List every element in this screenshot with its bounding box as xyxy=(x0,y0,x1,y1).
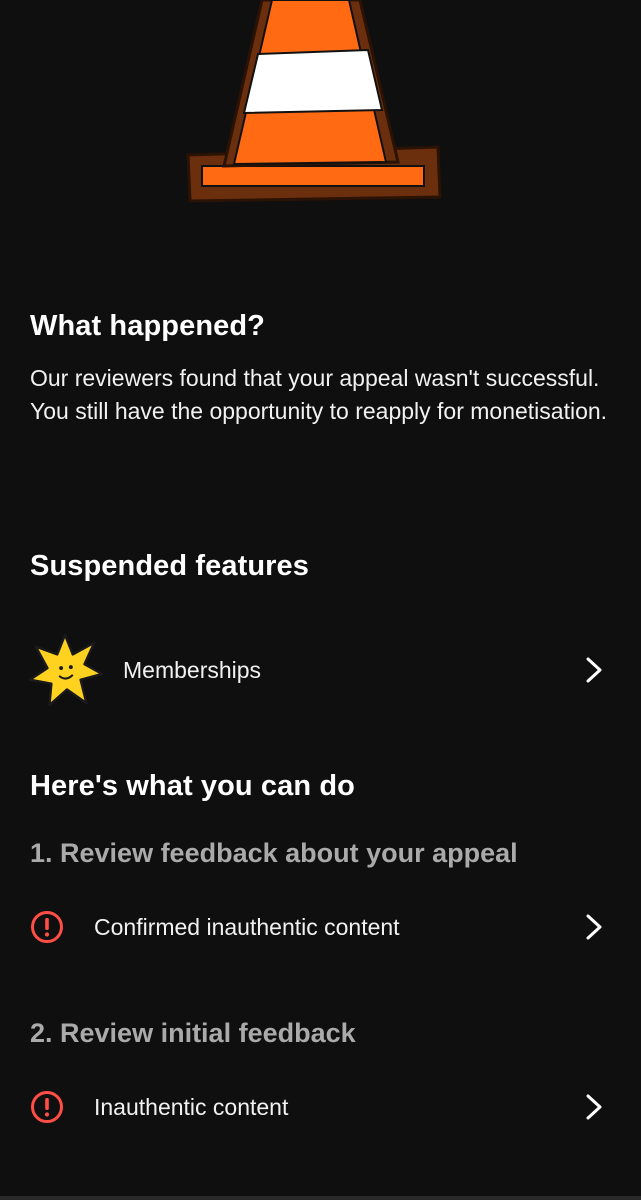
what-you-can-do-heading: Here's what you can do xyxy=(30,770,355,802)
feedback-row-confirmed-inauthentic[interactable]: Confirmed inauthentic content xyxy=(0,900,641,954)
what-happened-heading: What happened? xyxy=(30,310,265,342)
chevron-right-icon[interactable] xyxy=(583,914,605,940)
traffic-cone-illustration xyxy=(184,0,444,206)
chevron-right-icon[interactable] xyxy=(583,657,605,683)
feedback-label-confirmed-inauthentic: Confirmed inauthentic content xyxy=(94,913,400,940)
alert-icon xyxy=(31,1091,63,1123)
suspended-features-heading: Suspended features xyxy=(30,550,309,582)
feedback-label-inauthentic: Inauthentic content xyxy=(94,1093,289,1120)
feature-row-memberships[interactable]: Memberships xyxy=(0,630,641,710)
what-happened-body: Our reviewers found that your appeal was… xyxy=(30,365,608,424)
star-icon xyxy=(28,633,104,707)
feedback-row-inauthentic[interactable]: Inauthentic content xyxy=(0,1080,641,1134)
chevron-right-icon[interactable] xyxy=(583,1094,605,1120)
feature-label-memberships: Memberships xyxy=(123,656,262,683)
bottom-divider xyxy=(0,1196,641,1200)
alert-icon xyxy=(31,911,63,943)
step-1-heading: 1. Review feedback about your appeal xyxy=(30,838,518,868)
step-2-heading: 2. Review initial feedback xyxy=(30,1018,356,1048)
